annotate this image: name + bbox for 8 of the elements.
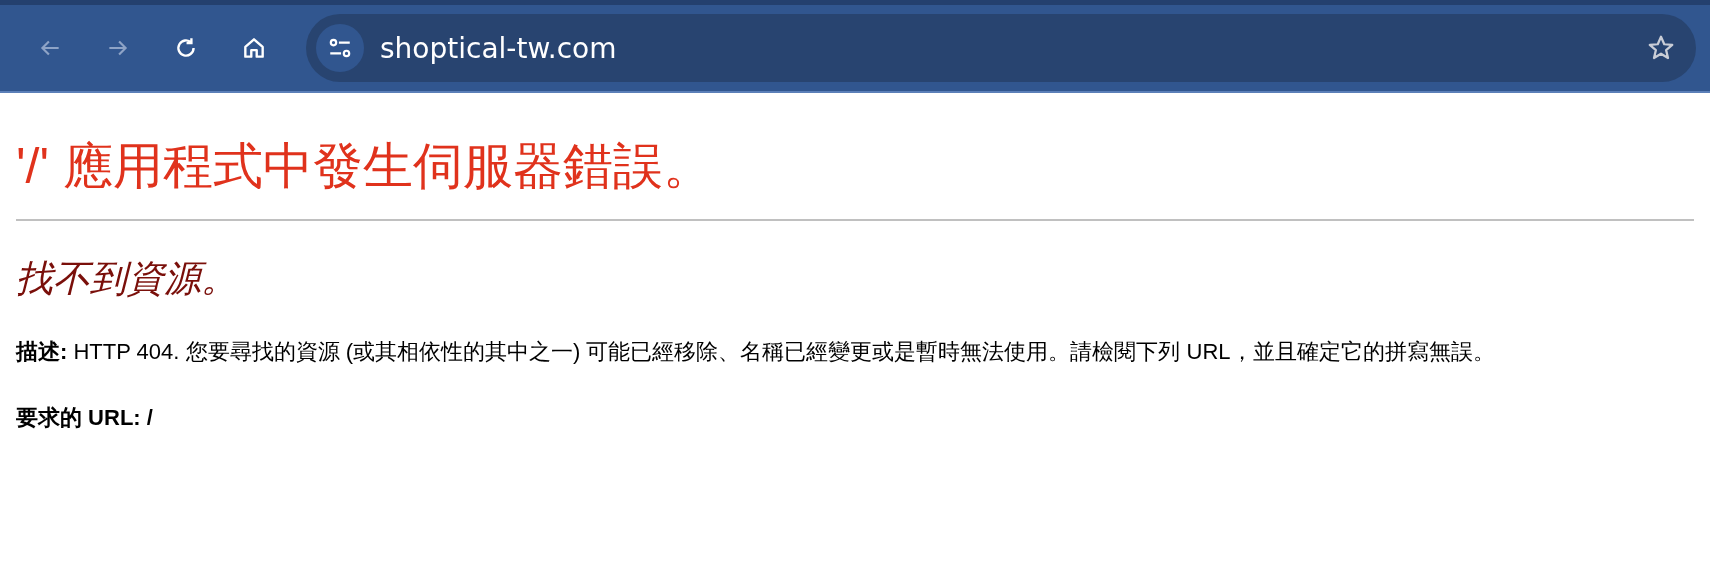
home-icon [241, 35, 267, 61]
error-title: '/' 應用程式中發生伺服器錯誤。 [16, 137, 714, 196]
url-text: shoptical-tw.com [380, 31, 618, 65]
error-description: 描述: HTTP 404. 您要尋找的資源 (或其相依性的其中之一) 可能已經移除、名稱已經變更或是暫時無法使用。請檢閱下列 URL，並且確定它的拼寫無誤。 [16, 338, 1496, 366]
error-subtitle: 找不到資源。 [16, 257, 239, 301]
requested-url: 要求的 URL: / [16, 404, 154, 432]
site-settings-icon[interactable] [316, 24, 364, 72]
address-bar[interactable]: shoptical-tw.com [306, 14, 1696, 82]
